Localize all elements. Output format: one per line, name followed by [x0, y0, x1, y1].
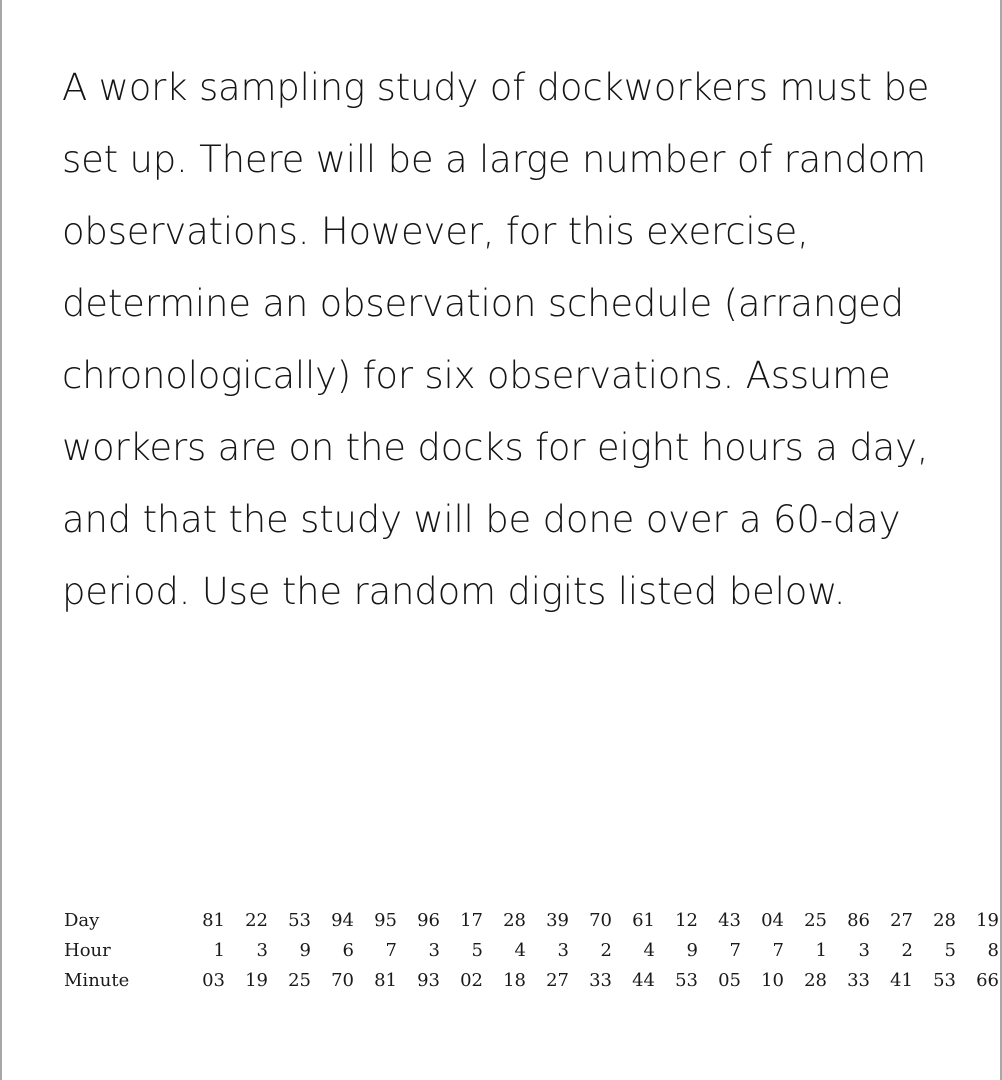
day-value: 43 — [718, 910, 741, 931]
hour-value: 9 — [299, 940, 311, 961]
hour-value: 2 — [901, 940, 913, 961]
row-label-day: Day — [64, 910, 100, 931]
day-value: 19 — [976, 910, 999, 931]
day-value: 22 — [245, 910, 268, 931]
day-value: 27 — [890, 910, 913, 931]
minute-value: 66 — [976, 970, 999, 991]
table-row: Day 81 22 53 94 95 96 17 28 39 70 61 12 … — [64, 906, 999, 936]
document-page: A work sampling study of dockworkers mus… — [0, 0, 1002, 1080]
minute-value: 02 — [460, 970, 483, 991]
minute-value: 41 — [890, 970, 913, 991]
minute-value: 19 — [245, 970, 268, 991]
minute-value: 53 — [675, 970, 698, 991]
minute-value: 44 — [632, 970, 655, 991]
hour-value: 3 — [858, 940, 870, 961]
day-value: 95 — [374, 910, 397, 931]
hour-value: 6 — [342, 940, 354, 961]
minute-value: 81 — [374, 970, 397, 991]
minute-value: 70 — [331, 970, 354, 991]
day-value: 94 — [331, 910, 354, 931]
day-value: 81 — [202, 910, 225, 931]
minute-value: 05 — [718, 970, 741, 991]
day-value: 70 — [589, 910, 612, 931]
hour-value: 8 — [987, 940, 999, 961]
day-value: 12 — [675, 910, 698, 931]
day-value: 53 — [288, 910, 311, 931]
minute-value: 93 — [417, 970, 440, 991]
day-value: 04 — [761, 910, 784, 931]
day-value: 61 — [632, 910, 655, 931]
hour-value: 7 — [385, 940, 397, 961]
minute-value: 10 — [761, 970, 784, 991]
random-digits-table-body: Day 81 22 53 94 95 96 17 28 39 70 61 12 … — [64, 906, 999, 996]
minute-value: 25 — [288, 970, 311, 991]
problem-statement-text: A work sampling study of dockworkers mus… — [62, 66, 941, 613]
minute-value: 03 — [202, 970, 225, 991]
row-label-minute: Minute — [64, 970, 130, 991]
hour-value: 5 — [471, 940, 483, 961]
hour-value: 4 — [514, 940, 526, 961]
hour-value: 9 — [686, 940, 698, 961]
hour-value: 7 — [772, 940, 784, 961]
day-value: 28 — [503, 910, 526, 931]
minute-value: 27 — [546, 970, 569, 991]
day-value: 86 — [847, 910, 870, 931]
minute-value: 33 — [847, 970, 870, 991]
table-row: Minute 03 19 25 70 81 93 02 18 27 33 44 … — [64, 966, 999, 996]
day-value: 28 — [933, 910, 956, 931]
hour-value: 3 — [557, 940, 569, 961]
day-value: 39 — [546, 910, 569, 931]
minute-value: 28 — [804, 970, 827, 991]
hour-value: 4 — [643, 940, 655, 961]
row-label-hour: Hour — [64, 940, 111, 961]
hour-value: 1 — [213, 940, 225, 961]
hour-value: 1 — [815, 940, 827, 961]
minute-value: 33 — [589, 970, 612, 991]
random-digits-table: Day 81 22 53 94 95 96 17 28 39 70 61 12 … — [64, 906, 999, 996]
hour-value: 5 — [944, 940, 956, 961]
hour-value: 3 — [428, 940, 440, 961]
hour-value: 7 — [729, 940, 741, 961]
day-value: 25 — [804, 910, 827, 931]
minute-value: 18 — [503, 970, 526, 991]
hour-value: 2 — [600, 940, 612, 961]
minute-value: 53 — [933, 970, 956, 991]
hour-value: 3 — [256, 940, 268, 961]
day-value: 17 — [460, 910, 483, 931]
day-value: 96 — [417, 910, 440, 931]
table-row: Hour 1 3 9 6 7 3 5 4 3 2 4 9 7 7 1 3 2 5… — [64, 936, 999, 966]
